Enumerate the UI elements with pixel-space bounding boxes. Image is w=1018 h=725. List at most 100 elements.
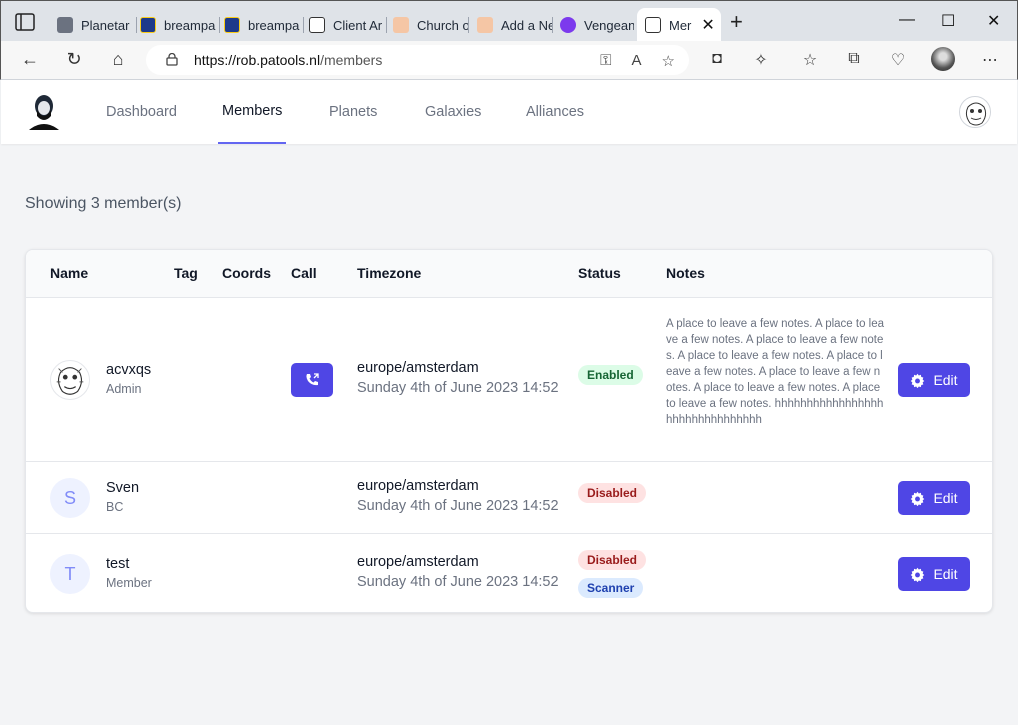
member-role: BC bbox=[106, 500, 124, 514]
timezone-name: europe/amsterdam bbox=[357, 478, 479, 494]
tab-title: Vengean bbox=[584, 17, 634, 33]
member-role: Member bbox=[106, 576, 152, 590]
member-name: acvxqs bbox=[106, 362, 152, 378]
table-row: S Sven BC europe/amsterdam Sunday 4th of… bbox=[26, 462, 992, 534]
more-menu-icon[interactable]: ⋯ bbox=[980, 50, 1000, 70]
member-name: test bbox=[106, 556, 130, 572]
favorites-icon[interactable]: ☆ bbox=[800, 50, 820, 70]
edit-label: Edit bbox=[933, 566, 958, 582]
edit-button[interactable]: Edit bbox=[898, 363, 970, 397]
browser-tab-active[interactable]: Mer ✕ bbox=[637, 8, 721, 42]
browser-tab[interactable]: breampa bbox=[140, 8, 220, 42]
nav-planets[interactable]: Planets bbox=[325, 80, 381, 144]
url-host: https://rob.patools.nl bbox=[194, 52, 321, 68]
planet-favicon-icon bbox=[57, 17, 73, 33]
page-favicon-icon bbox=[309, 17, 325, 33]
nav-galaxies[interactable]: Galaxies bbox=[421, 80, 485, 144]
header-name: Name bbox=[50, 265, 89, 281]
church-favicon-icon bbox=[393, 17, 409, 33]
church-favicon-icon bbox=[477, 17, 493, 33]
timezone-name: europe/amsterdam bbox=[357, 554, 479, 570]
tab-title: Mer bbox=[669, 17, 692, 33]
user-menu-avatar[interactable] bbox=[959, 96, 991, 128]
browser-tab[interactable]: Vengean bbox=[560, 8, 634, 42]
url-path: /members bbox=[320, 52, 383, 68]
nav-alliances[interactable]: Alliances bbox=[522, 80, 588, 144]
gear-icon bbox=[911, 373, 925, 388]
minimize-icon[interactable]: — bbox=[899, 11, 915, 29]
lock-icon bbox=[166, 53, 178, 66]
page-favicon-icon bbox=[645, 17, 661, 33]
table-header: Name Tag Coords Call Timezone Status Not… bbox=[26, 250, 992, 298]
status-badge: Disabled bbox=[578, 550, 647, 570]
member-notes: A place to leave a few notes. A place to… bbox=[666, 318, 885, 426]
local-time: Sunday 4th of June 2023 14:52 bbox=[357, 574, 559, 590]
edit-label: Edit bbox=[933, 372, 958, 388]
avatar-initial: T bbox=[50, 554, 90, 594]
header-tag: Tag bbox=[174, 265, 198, 281]
header-timezone: Timezone bbox=[357, 265, 422, 281]
nav-dashboard[interactable]: Dashboard bbox=[102, 80, 181, 144]
avatar bbox=[50, 360, 90, 400]
bt-favicon-icon bbox=[140, 17, 156, 33]
status-badge: Enabled bbox=[578, 365, 643, 385]
nav-members[interactable]: Members bbox=[218, 80, 287, 144]
scanner-badge: Scanner bbox=[578, 578, 644, 598]
edit-label: Edit bbox=[933, 490, 958, 506]
avatar-initial: S bbox=[50, 478, 90, 518]
tab-actions-icon[interactable] bbox=[15, 13, 35, 31]
bt-favicon-icon bbox=[224, 17, 240, 33]
read-aloud-icon[interactable]: A bbox=[632, 52, 642, 70]
extension-icon[interactable]: ◘ bbox=[707, 50, 727, 70]
members-table: Name Tag Coords Call Timezone Status Not… bbox=[25, 249, 993, 613]
header-coords: Coords bbox=[222, 265, 271, 281]
table-row: acvxqs Admin europe/amsterdam Sunday 4th… bbox=[26, 298, 992, 462]
back-icon[interactable]: ← bbox=[19, 49, 41, 70]
vengeance-favicon-icon bbox=[560, 17, 576, 33]
browser-tab[interactable]: Planetar bbox=[57, 8, 137, 42]
close-tab-icon[interactable]: ✕ bbox=[701, 15, 714, 35]
table-row: T test Member europe/amsterdam Sunday 4t… bbox=[26, 534, 992, 612]
home-icon[interactable]: ⌂ bbox=[107, 49, 129, 70]
header-notes: Notes bbox=[666, 265, 705, 281]
edit-button[interactable]: Edit bbox=[898, 557, 970, 591]
status-badge: Disabled bbox=[578, 483, 647, 503]
timezone-name: europe/amsterdam bbox=[357, 360, 479, 376]
browser-tab[interactable]: Add a Ne bbox=[477, 8, 553, 42]
maximize-icon[interactable]: ☐ bbox=[941, 11, 955, 31]
app-logo-icon[interactable] bbox=[25, 92, 63, 130]
browser-tab[interactable]: breampa bbox=[224, 8, 304, 42]
browser-tab-strip: Planetar breampa breampa Client Ar Churc… bbox=[0, 0, 1018, 42]
member-role: Admin bbox=[106, 382, 142, 396]
call-button[interactable] bbox=[291, 363, 333, 397]
gear-icon bbox=[911, 491, 925, 506]
app-navbar: Dashboard Members Planets Galaxies Allia… bbox=[1, 80, 1017, 144]
address-bar-row: ← ↻ ⌂ https://rob.patools.nl/members ⚿ A… bbox=[0, 41, 1018, 80]
local-time: Sunday 4th of June 2023 14:52 bbox=[357, 498, 559, 514]
local-time: Sunday 4th of June 2023 14:52 bbox=[357, 380, 559, 396]
puzzle-icon[interactable]: ✧ bbox=[751, 50, 771, 70]
health-icon[interactable]: ♡ bbox=[888, 50, 908, 70]
tab-title: Church o bbox=[417, 17, 469, 33]
browser-profile-avatar[interactable] bbox=[931, 47, 955, 71]
tab-title: Add a Ne bbox=[501, 17, 553, 33]
new-tab-icon[interactable]: + bbox=[730, 11, 743, 33]
members-count-text: Showing 3 member(s) bbox=[25, 195, 182, 212]
browser-tab[interactable]: Church o bbox=[393, 8, 469, 42]
edit-button[interactable]: Edit bbox=[898, 481, 970, 515]
tab-title: breampa bbox=[248, 17, 300, 33]
tab-title: Client Ar bbox=[333, 17, 383, 33]
refresh-icon[interactable]: ↻ bbox=[63, 49, 85, 70]
close-window-icon[interactable]: ✕ bbox=[987, 11, 1000, 31]
member-name: Sven bbox=[106, 480, 140, 496]
gear-icon bbox=[911, 567, 925, 582]
tab-title: Planetar bbox=[81, 17, 130, 33]
key-icon[interactable]: ⚿ bbox=[600, 52, 611, 70]
header-call: Call bbox=[291, 265, 317, 281]
header-status: Status bbox=[578, 265, 621, 281]
tab-title: breampa bbox=[164, 17, 216, 33]
collections-icon[interactable]: ⧉ bbox=[844, 50, 864, 70]
url-input[interactable]: https://rob.patools.nl/members ⚿ A ☆ bbox=[146, 45, 689, 75]
browser-tab[interactable]: Client Ar bbox=[309, 8, 387, 42]
favorite-star-icon[interactable]: ☆ bbox=[662, 52, 675, 70]
